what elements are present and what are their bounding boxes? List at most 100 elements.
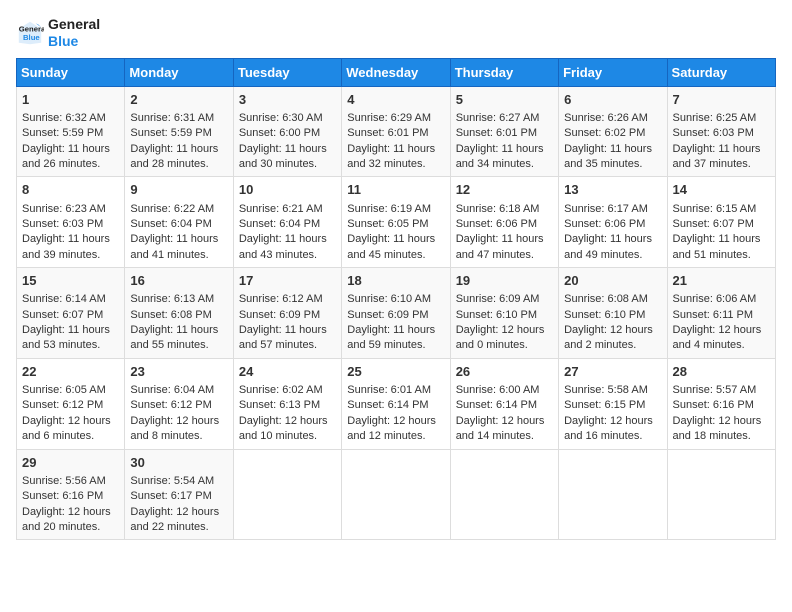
day-info: and 30 minutes. [239,157,336,172]
day-info: Sunset: 6:09 PM [347,308,444,323]
day-info: and 53 minutes. [22,338,119,353]
day-info: and 16 minutes. [564,429,661,444]
day-info: Sunrise: 5:56 AM [22,474,119,489]
calendar-week-2: 8Sunrise: 6:23 AMSunset: 6:03 PMDaylight… [17,177,776,268]
day-info: and 37 minutes. [673,157,770,172]
day-info: Sunrise: 6:06 AM [673,292,770,307]
day-info: Sunrise: 6:27 AM [456,111,553,126]
day-info: and 12 minutes. [347,429,444,444]
day-number: 2 [130,91,227,109]
day-info: Sunset: 6:12 PM [130,398,227,413]
day-info: Daylight: 11 hours [22,142,119,157]
day-number: 22 [22,363,119,381]
day-info: Sunset: 6:03 PM [673,126,770,141]
day-number: 26 [456,363,553,381]
day-info: Sunrise: 6:10 AM [347,292,444,307]
header-cell-tuesday: Tuesday [233,58,341,86]
day-info: and 20 minutes. [22,520,119,535]
calendar-cell: 25Sunrise: 6:01 AMSunset: 6:14 PMDayligh… [342,358,450,449]
day-info: Sunset: 5:59 PM [130,126,227,141]
day-info: Sunrise: 6:09 AM [456,292,553,307]
day-number: 24 [239,363,336,381]
calendar-cell: 13Sunrise: 6:17 AMSunset: 6:06 PMDayligh… [559,177,667,268]
day-number: 9 [130,181,227,199]
day-info: and 22 minutes. [130,520,227,535]
day-info: and 59 minutes. [347,338,444,353]
day-info: and 26 minutes. [22,157,119,172]
day-info: and 14 minutes. [456,429,553,444]
day-info: and 32 minutes. [347,157,444,172]
calendar-cell: 10Sunrise: 6:21 AMSunset: 6:04 PMDayligh… [233,177,341,268]
day-number: 6 [564,91,661,109]
day-number: 25 [347,363,444,381]
day-number: 21 [673,272,770,290]
day-info: Sunset: 6:01 PM [456,126,553,141]
day-info: Sunset: 6:03 PM [22,217,119,232]
day-number: 1 [22,91,119,109]
calendar-cell: 15Sunrise: 6:14 AMSunset: 6:07 PMDayligh… [17,268,125,359]
day-info: Daylight: 12 hours [564,414,661,429]
day-info: Sunset: 6:10 PM [564,308,661,323]
calendar-cell: 2 Sunrise: 6:31 AMSunset: 5:59 PMDaylight… [125,86,233,177]
day-number: 17 [239,272,336,290]
day-info: Sunrise: 6:31 AM [130,111,227,126]
day-info: Sunrise: 6:21 AM [239,202,336,217]
day-info: and 41 minutes. [130,248,227,263]
day-number: 18 [347,272,444,290]
calendar-cell: 5Sunrise: 6:27 AMSunset: 6:01 PMDaylight… [450,86,558,177]
calendar-cell: 26Sunrise: 6:00 AMSunset: 6:14 PMDayligh… [450,358,558,449]
day-info: Sunset: 6:01 PM [347,126,444,141]
svg-text:General: General [19,24,44,33]
day-info: Sunset: 6:02 PM [564,126,661,141]
day-info: and 2 minutes. [564,338,661,353]
day-info: Daylight: 12 hours [673,323,770,338]
day-info: Daylight: 12 hours [456,414,553,429]
day-info: Daylight: 11 hours [347,323,444,338]
day-info: Sunset: 6:07 PM [22,308,119,323]
day-info: Sunrise: 6:08 AM [564,292,661,307]
calendar-cell: 16Sunrise: 6:13 AMSunset: 6:08 PMDayligh… [125,268,233,359]
day-info: Daylight: 12 hours [564,323,661,338]
day-info: and 18 minutes. [673,429,770,444]
day-info: Sunset: 6:00 PM [239,126,336,141]
day-info: Daylight: 11 hours [22,232,119,247]
calendar-cell: 18 Sunrise: 6:10 AMSunset: 6:09 PMDayligh… [342,268,450,359]
calendar-table: SundayMondayTuesdayWednesdayThursdayFrid… [16,58,776,541]
calendar-cell [342,449,450,540]
day-number: 20 [564,272,661,290]
day-info: Daylight: 11 hours [239,232,336,247]
day-info: Daylight: 11 hours [347,142,444,157]
calendar-cell: 8Sunrise: 6:23 AMSunset: 6:03 PMDaylight… [17,177,125,268]
day-info: Sunrise: 6:15 AM [673,202,770,217]
calendar-cell [559,449,667,540]
calendar-cell: 21Sunrise: 6:06 AMSunset: 6:11 PMDayligh… [667,268,775,359]
day-info: Daylight: 12 hours [456,323,553,338]
calendar-cell: 29Sunrise: 5:56 AMSunset: 6:16 PMDayligh… [17,449,125,540]
calendar-cell: 20 Sunrise: 6:08 AMSunset: 6:10 PMDayligh… [559,268,667,359]
day-number: 19 [456,272,553,290]
calendar-cell: 7Sunrise: 6:25 AMSunset: 6:03 PMDaylight… [667,86,775,177]
day-info: Sunset: 6:14 PM [456,398,553,413]
day-info: Sunrise: 6:04 AM [130,383,227,398]
day-info: Sunrise: 6:17 AM [564,202,661,217]
day-info: Sunrise: 6:13 AM [130,292,227,307]
header-cell-wednesday: Wednesday [342,58,450,86]
day-info: and 35 minutes. [564,157,661,172]
calendar-cell: 28Sunrise: 5:57 AMSunset: 6:16 PMDayligh… [667,358,775,449]
day-info: and 0 minutes. [456,338,553,353]
day-number: 11 [347,181,444,199]
day-info: Sunset: 6:04 PM [130,217,227,232]
day-info: and 57 minutes. [239,338,336,353]
day-info: and 6 minutes. [22,429,119,444]
day-info: Daylight: 11 hours [673,232,770,247]
day-info: Daylight: 11 hours [130,323,227,338]
logo-text-blue: Blue [48,33,100,50]
calendar-cell: 22Sunrise: 6:05 AMSunset: 6:12 PMDayligh… [17,358,125,449]
day-info: Sunset: 6:10 PM [456,308,553,323]
day-info: and 10 minutes. [239,429,336,444]
day-number: 23 [130,363,227,381]
day-info: Daylight: 11 hours [130,142,227,157]
day-info: Sunrise: 6:22 AM [130,202,227,217]
day-info: Daylight: 12 hours [239,414,336,429]
calendar-cell: 11Sunrise: 6:19 AMSunset: 6:05 PMDayligh… [342,177,450,268]
